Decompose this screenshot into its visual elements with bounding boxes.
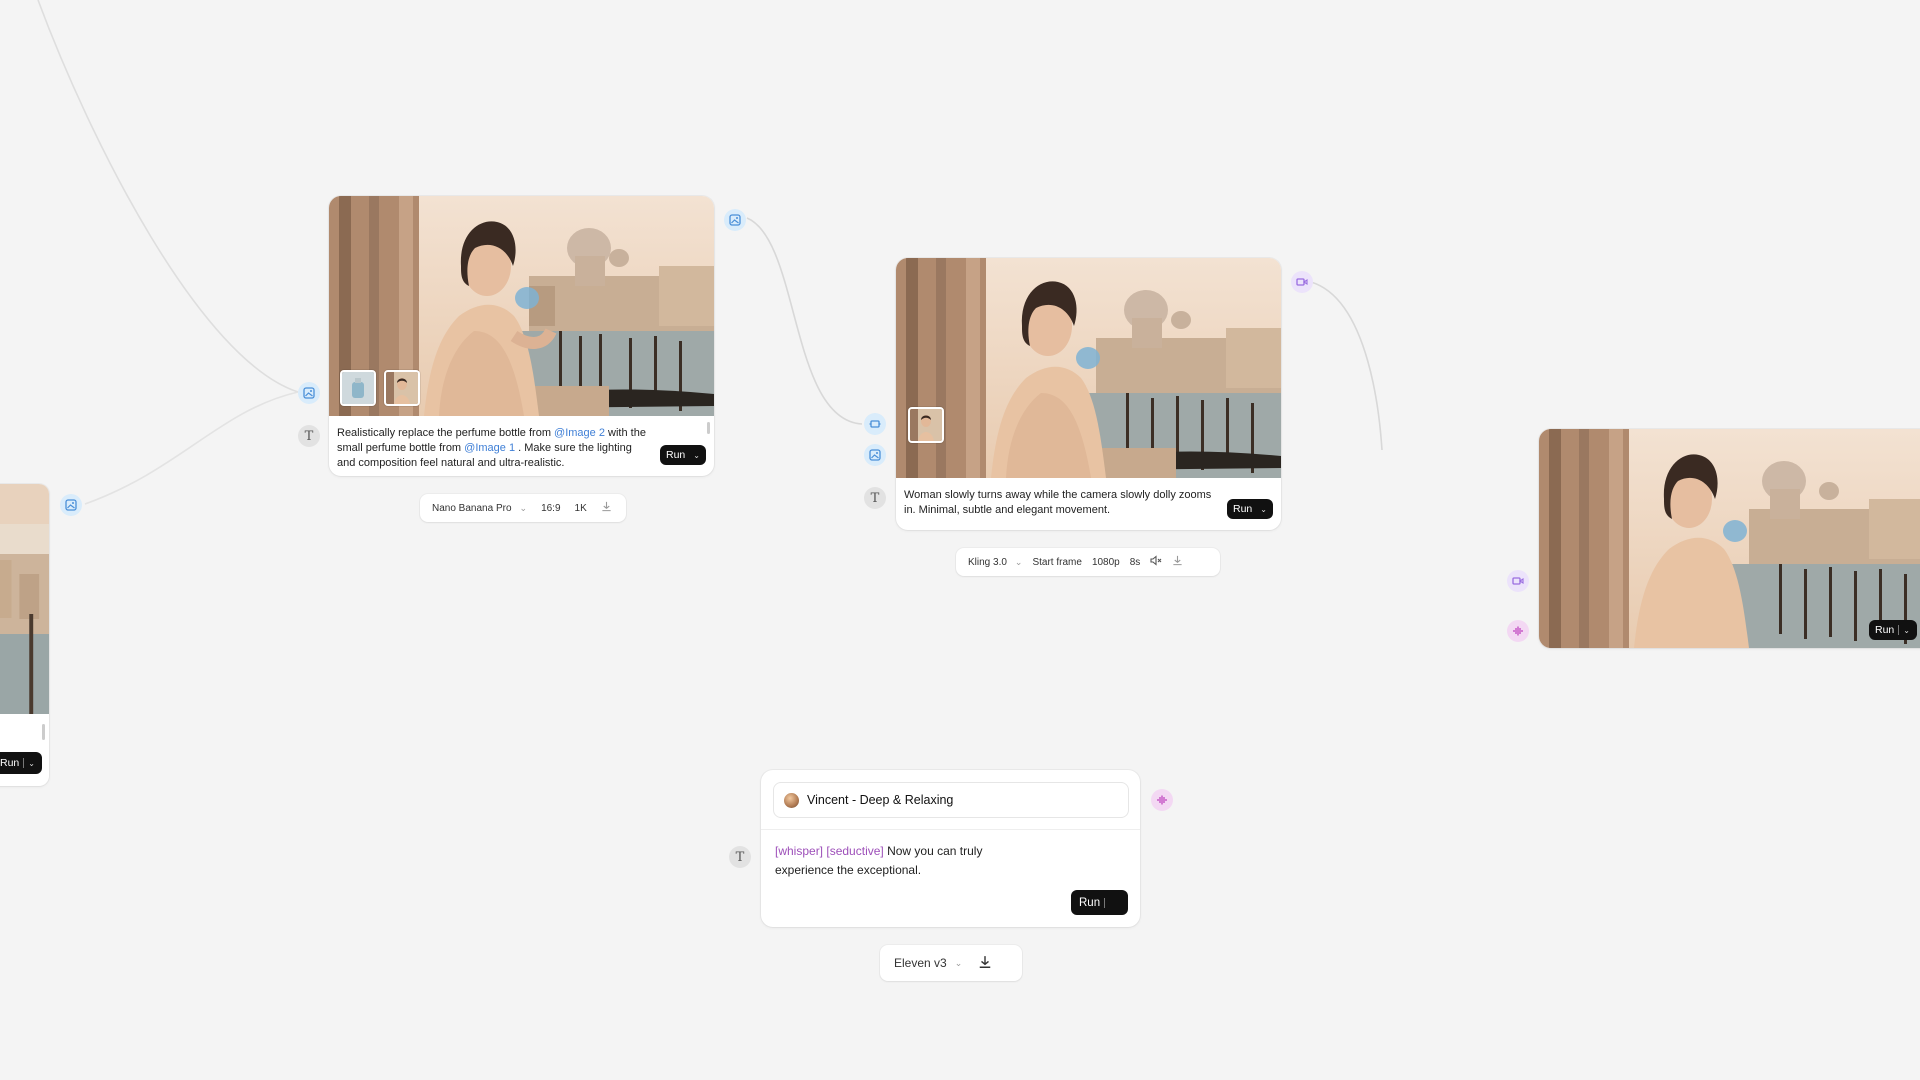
audio-output-port[interactable] (1151, 789, 1173, 811)
voice-selector[interactable]: Vincent - Deep & Relaxing (773, 782, 1129, 818)
output-video-input-port[interactable] (1507, 570, 1529, 592)
mention-image-1[interactable]: @Image 1 (464, 442, 515, 454)
download-icon[interactable] (601, 501, 612, 515)
run-label: Run (1079, 896, 1101, 909)
video-icon (1512, 577, 1524, 585)
download-icon[interactable] (1172, 555, 1183, 569)
reference-image-2-thumbnail[interactable] (384, 370, 420, 406)
video-start-frame-preview (896, 258, 1281, 478)
reference-image-1-thumbnail[interactable] (340, 370, 376, 406)
prompt-text: Realistically replace the perfume bottle… (337, 427, 555, 439)
output-run-button[interactable]: Run ⌄ (1869, 620, 1917, 640)
video-image-input-port[interactable] (864, 444, 886, 466)
left-run-button[interactable]: Run ⌄ (0, 752, 42, 774)
output-audio-input-port[interactable] (1507, 620, 1529, 642)
image-run-button[interactable]: Run ⌄ (660, 445, 706, 465)
audio-tag-whisper: [whisper] (775, 844, 824, 858)
model-dropdown[interactable]: Kling 3.0 ⌄ (968, 557, 1022, 568)
chevron-down-icon[interactable]: ⌄ (1903, 626, 1910, 635)
text-icon: T (870, 490, 880, 506)
image-icon (729, 214, 741, 226)
frame-mode-selector[interactable]: Start frame (1032, 557, 1081, 568)
voice-avatar (784, 792, 799, 808)
model-dropdown[interactable]: Nano Banana Pro ⌄ (432, 503, 527, 514)
left-image-node[interactable]: Run ⌄ (0, 484, 49, 786)
speaker-muted-icon[interactable] (1150, 555, 1162, 569)
left-node-scrollbar[interactable] (42, 724, 45, 740)
chevron-down-icon: ⌄ (519, 502, 528, 513)
image-icon (303, 387, 315, 399)
video-run-button[interactable]: Run ⌄ (1227, 499, 1273, 519)
download-icon[interactable] (978, 955, 992, 972)
text-to-speech-node[interactable]: Vincent - Deep & Relaxing [whisper] [sed… (761, 770, 1140, 927)
duration-selector[interactable]: 8s (1130, 557, 1141, 568)
image-output-port[interactable] (724, 209, 746, 231)
image-icon (869, 449, 881, 461)
text-icon: T (304, 428, 314, 444)
video-text-input-port[interactable]: T (864, 487, 886, 509)
audio-node-toolbar: Eleven v3 ⌄ (880, 945, 1022, 981)
image-input-port[interactable] (298, 382, 320, 404)
image-node-toolbar: Nano Banana Pro ⌄ 16:9 1K (420, 494, 626, 522)
text-icon: T (735, 849, 745, 865)
voice-name: Vincent - Deep & Relaxing (807, 793, 954, 807)
run-label: Run (1233, 503, 1253, 515)
image-edit-node[interactable]: Realistically replace the perfume bottle… (329, 196, 714, 476)
prompt-scrollbar[interactable] (707, 422, 710, 434)
chevron-down-icon: ⌄ (1014, 556, 1023, 567)
audio-text-input-port[interactable]: T (729, 846, 751, 868)
run-label: Run (0, 757, 20, 769)
image-edit-prompt[interactable]: Realistically replace the perfume bottle… (337, 426, 647, 471)
audio-run-button[interactable]: Run (1071, 890, 1128, 915)
resolution-selector[interactable]: 1080p (1092, 557, 1120, 568)
video-prompt[interactable]: Woman slowly turns away while the camera… (904, 488, 1214, 518)
chevron-down-icon[interactable]: ⌄ (693, 451, 700, 460)
audio-waveform-icon (1157, 795, 1167, 805)
run-label: Run (1875, 624, 1895, 636)
chevron-down-icon[interactable]: ⌄ (1260, 505, 1267, 514)
output-video-node[interactable]: Run ⌄ (1539, 429, 1920, 648)
mention-image-2[interactable]: @Image 2 (554, 427, 605, 439)
video-icon (1296, 278, 1308, 286)
video-node-toolbar: Kling 3.0 ⌄ Start frame 1080p 8s (956, 548, 1220, 576)
model-name: Kling 3.0 (968, 556, 1007, 568)
start-frame-thumbnail[interactable] (908, 407, 944, 443)
audio-tag-seductive: [seductive] (826, 844, 884, 858)
model-name: Nano Banana Pro (432, 502, 512, 514)
left-node-image (0, 484, 49, 714)
text-input-port[interactable]: T (298, 425, 320, 447)
video-output-port[interactable] (1291, 271, 1313, 293)
image-icon (65, 499, 77, 511)
divider (761, 829, 1140, 830)
video-node[interactable]: Woman slowly turns away while the camera… (896, 258, 1281, 530)
resolution-selector[interactable]: 1K (575, 503, 587, 514)
chevron-down-icon[interactable]: ⌄ (28, 759, 35, 768)
frame-icon (869, 420, 881, 428)
output-video-preview (1539, 429, 1920, 648)
model-dropdown[interactable]: Eleven v3 ⌄ (894, 956, 962, 970)
left-node-image-output-port[interactable] (60, 494, 82, 516)
speech-text[interactable]: [whisper] [seductive] Now you can truly … (775, 842, 1015, 880)
video-frame-input-port[interactable] (864, 413, 886, 435)
audio-waveform-icon (1513, 626, 1523, 636)
run-label: Run (666, 449, 686, 461)
chevron-down-icon: ⌄ (954, 957, 963, 968)
model-name: Eleven v3 (894, 956, 947, 970)
aspect-ratio-selector[interactable]: 16:9 (541, 503, 560, 514)
